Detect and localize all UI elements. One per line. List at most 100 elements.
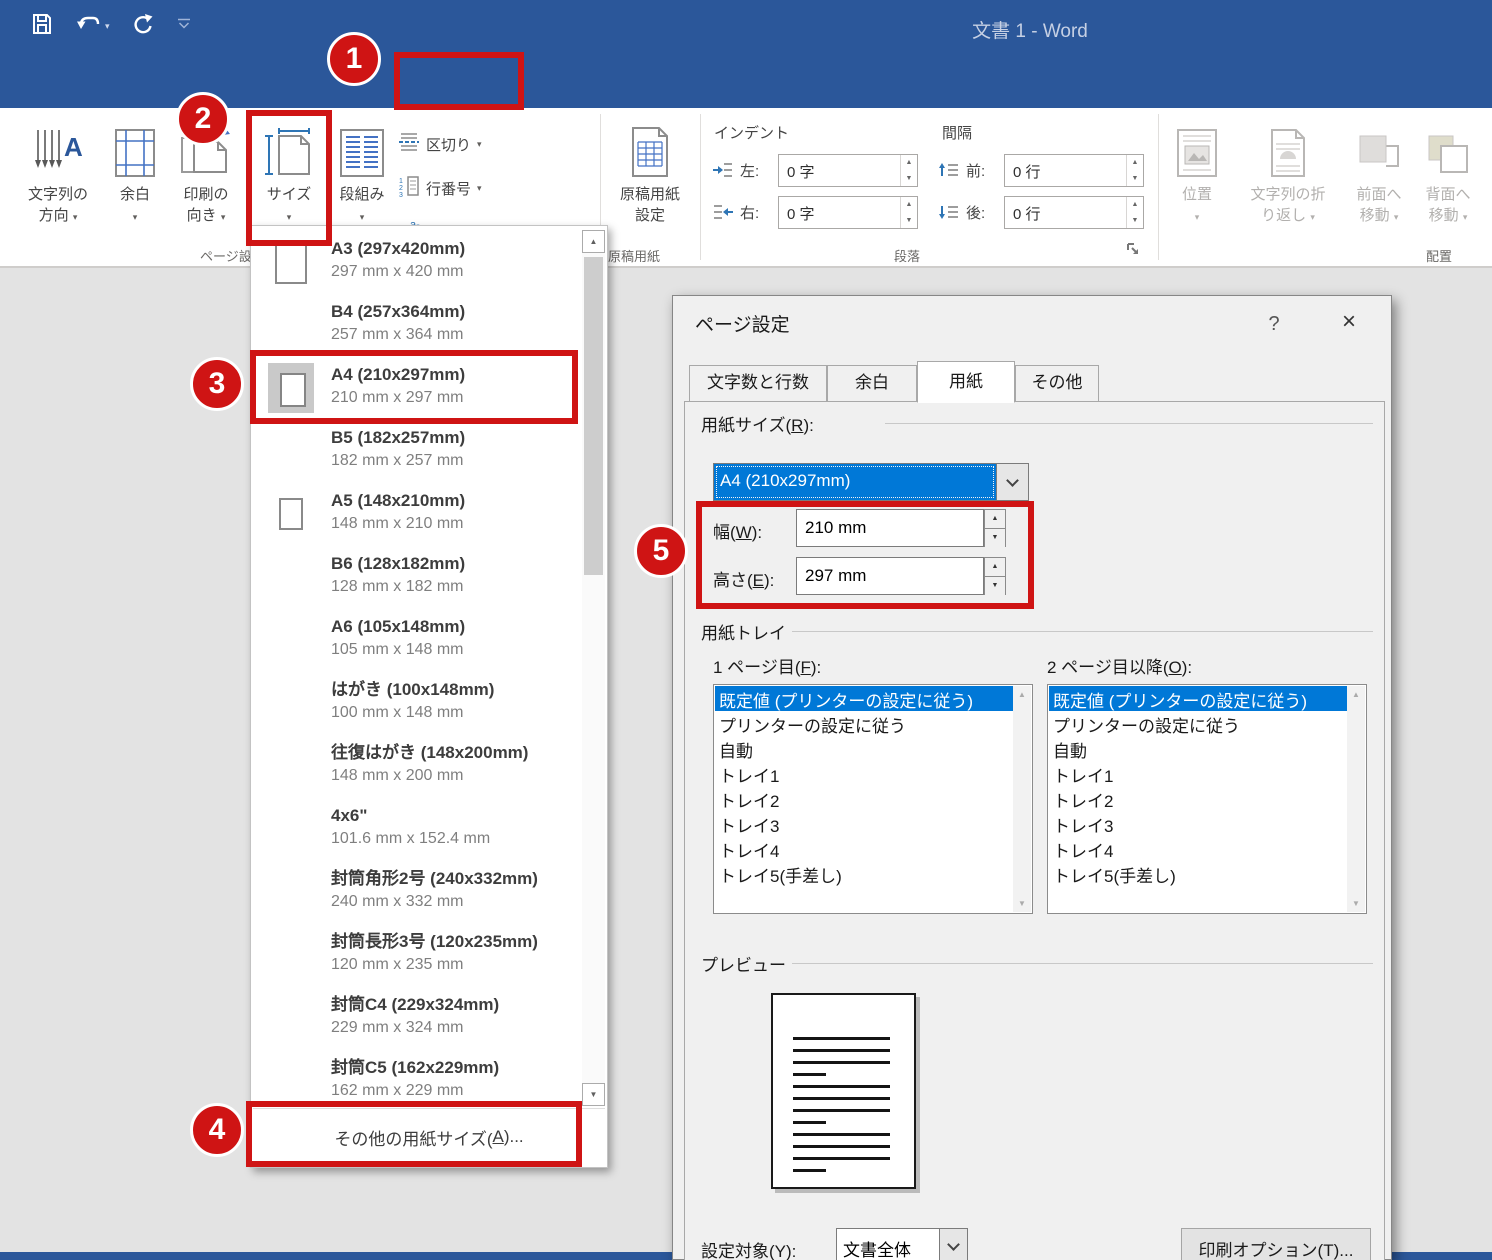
text-direction-button[interactable]: A 文字列の方向 ▾ [18,116,98,260]
paper-size-option[interactable]: B5 (182x257mm) 182 mm x 257 mm [251,419,581,482]
listbox-scrollbar[interactable]: ▲ ▼ [1013,686,1031,912]
listbox-scrollbar[interactable]: ▲ ▼ [1347,686,1365,912]
save-button[interactable] [30,12,54,41]
paper-size-name: A6 (105x148mm) [331,615,465,639]
space-before-field[interactable]: 0 行 ▲▼ [1004,154,1144,187]
height-input[interactable]: 297 mm [796,557,984,595]
spin-up-icon[interactable]: ▲ [901,197,917,213]
width-spinner[interactable]: ▲▼ [984,509,1006,547]
tray-option[interactable]: 既定値 (プリンターの設定に従う) [1049,686,1347,711]
height-spinner[interactable]: ▲▼ [984,557,1006,595]
scroll-down-icon[interactable]: ▼ [1347,895,1365,912]
redo-button[interactable] [132,13,154,40]
spin-up-icon[interactable]: ▲ [985,558,1005,577]
preview-line [793,1037,890,1040]
paper-size-option[interactable]: 封筒C5 (162x229mm) 162 mm x 229 mm [251,1049,581,1112]
tray-option[interactable]: トレイ3 [715,811,1013,836]
paper-size-option[interactable]: 封筒角形2号 (240x332mm) 240 mm x 332 mm [251,860,581,923]
tray-first-page-listbox[interactable]: 既定値 (プリンターの設定に従う)プリンターの設定に従う自動トレイ1トレイ2トレ… [713,684,1033,914]
tray-option[interactable]: プリンターの設定に従う [1049,711,1347,736]
spin-up-icon[interactable]: ▲ [1127,197,1143,213]
svg-text:A: A [64,132,83,162]
scroll-up-icon[interactable]: ▲ [1347,686,1365,703]
spin-down-icon[interactable]: ▼ [1127,171,1143,187]
paper-size-option[interactable]: はがき (100x148mm) 100 mm x 148 mm [251,671,581,734]
indent-right-icon [712,204,734,225]
apply-to-combobox[interactable]: 文書全体 [836,1228,968,1260]
breaks-button[interactable]: 区切り▾ [398,130,482,158]
width-input[interactable]: 210 mm [796,509,984,547]
scroll-down-icon[interactable]: ▼ [582,1083,605,1106]
spin-down-icon[interactable]: ▼ [901,171,917,187]
indent-left-icon [712,162,734,183]
paper-size-option[interactable]: A5 (148x210mm) 148 mm x 210 mm [251,482,581,545]
indent-right-field[interactable]: 0 字 ▲▼ [778,196,918,229]
tray-option[interactable]: トレイ4 [715,836,1013,861]
tray-option[interactable]: 既定値 (プリンターの設定に従う) [715,686,1013,711]
tray-option[interactable]: プリンターの設定に従う [715,711,1013,736]
paper-thumbnail-icon [251,671,331,734]
menu-scrollbar[interactable]: ▲ ▼ [582,230,605,1106]
tray-option[interactable]: トレイ2 [1049,786,1347,811]
paper-size-combobox[interactable]: A4 (210x297mm) [713,463,1029,501]
indent-left-field[interactable]: 0 字 ▲▼ [778,154,918,187]
combo-dropdown-button[interactable] [996,464,1028,500]
tray-option[interactable]: 自動 [715,736,1013,761]
space-after-field[interactable]: 0 行 ▲▼ [1004,196,1144,229]
dialog-tab[interactable]: 余白 [827,365,917,402]
scroll-up-icon[interactable]: ▲ [582,230,605,253]
genkou-settings-button[interactable]: 原稿用紙設定 [606,116,694,260]
line-numbers-button[interactable]: 123 行番号▾ [398,174,482,202]
tray-option[interactable]: トレイ5(手差し) [715,861,1013,886]
scroll-up-icon[interactable]: ▲ [1013,686,1031,703]
paper-size-option[interactable]: A6 (105x148mm) 105 mm x 148 mm [251,608,581,671]
tray-option[interactable]: トレイ3 [1049,811,1347,836]
paper-size-option[interactable]: 封筒長形3号 (120x235mm) 120 mm x 235 mm [251,923,581,986]
paper-size-option[interactable]: A4 (210x297mm) 210 mm x 297 mm [251,356,581,419]
tray-option[interactable]: トレイ4 [1049,836,1347,861]
tray-other-pages-listbox[interactable]: 既定値 (プリンターの設定に従う)プリンターの設定に従う自動トレイ1トレイ2トレ… [1047,684,1367,914]
spin-up-icon[interactable]: ▲ [901,155,917,171]
scrollbar-thumb[interactable] [584,257,603,575]
spin-down-icon[interactable]: ▼ [985,529,1005,547]
scroll-down-icon[interactable]: ▼ [1013,895,1031,912]
preview-section-label: プレビュー [701,951,792,976]
paper-size-option[interactable]: B4 (257x364mm) 257 mm x 364 mm [251,293,581,356]
paper-size-option[interactable]: 往復はがき (148x200mm) 148 mm x 200 mm [251,734,581,797]
paper-size-option[interactable]: B6 (128x182mm) 128 mm x 182 mm [251,545,581,608]
spin-up-icon[interactable]: ▲ [1127,155,1143,171]
tray-other-pages-label: 2 ページ目以降(O): [1047,653,1192,678]
customize-qat-button[interactable] [176,18,192,36]
spinner[interactable]: ▲▼ [900,155,917,186]
tray-option[interactable]: トレイ5(手差し) [1049,861,1347,886]
dialog-help-button[interactable]: ? [1257,308,1291,340]
tray-option[interactable]: 自動 [1049,736,1347,761]
dialog-tab[interactable]: 文字数と行数 [689,365,827,402]
tray-option[interactable]: トレイ2 [715,786,1013,811]
undo-button[interactable]: ▾ [76,14,110,39]
tray-option[interactable]: トレイ1 [715,761,1013,786]
paper-size-option[interactable]: 封筒C4 (229x324mm) 229 mm x 324 mm [251,986,581,1049]
dialog-tab[interactable]: その他 [1015,365,1099,402]
more-paper-sizes-item[interactable]: その他の用紙サイズ(A)... [251,1109,607,1165]
tray-option[interactable]: トレイ1 [1049,761,1347,786]
spin-up-icon[interactable]: ▲ [985,510,1005,529]
dialog-tab[interactable]: 用紙 [917,361,1015,403]
paper-size-option[interactable]: 4x6" 101.6 mm x 152.4 mm [251,797,581,860]
print-options-button[interactable]: 印刷オプション(T)... [1181,1228,1371,1260]
margins-button[interactable]: 余白▾ [104,116,166,260]
spin-down-icon[interactable]: ▼ [901,213,917,229]
paragraph-dialog-launcher-icon[interactable] [1126,242,1142,263]
breaks-icon [398,131,420,157]
combo-dropdown-button[interactable] [939,1229,967,1260]
dialog-close-button[interactable]: × [1329,306,1369,340]
paper-size-dims: 182 mm x 257 mm [331,450,465,472]
undo-dropdown-icon[interactable]: ▾ [105,21,110,32]
send-backward-icon [1425,116,1471,178]
spinner[interactable]: ▲▼ [900,197,917,228]
paper-size-option[interactable]: A3 (297x420mm) 297 mm x 420 mm [251,230,581,293]
spin-down-icon[interactable]: ▼ [985,577,1005,595]
spinner[interactable]: ▲▼ [1126,155,1143,186]
spinner[interactable]: ▲▼ [1126,197,1143,228]
spin-down-icon[interactable]: ▼ [1127,213,1143,229]
